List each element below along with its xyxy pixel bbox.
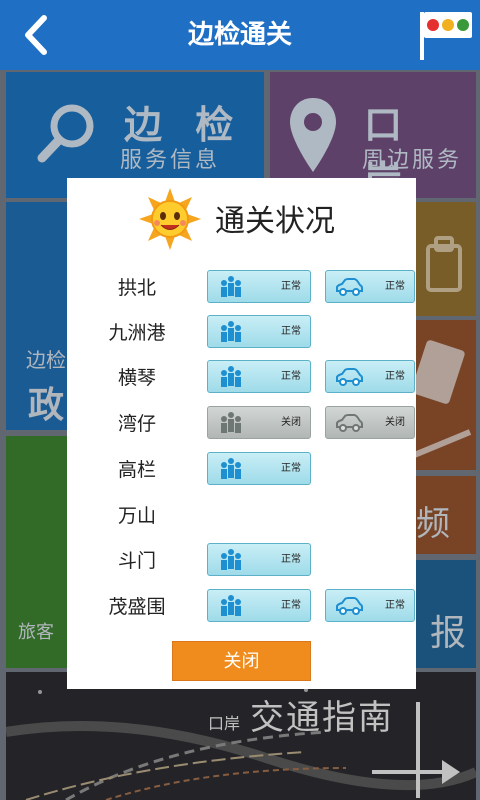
port-row: 拱北 正常 正常 [67,270,416,310]
port-row: 茂盛围 正常 正常 [67,589,416,629]
port-name: 湾仔 [117,413,156,435]
passenger-status-text: 正常 [281,371,301,382]
car-icon [336,278,363,296]
sun-mascot-icon [139,188,201,250]
passenger-status-badge[interactable]: 正常 [207,270,311,303]
passenger-status-badge[interactable]: 关闭 [207,406,311,439]
port-name: 斗门 [117,550,156,572]
vehicle-status-text: 关闭 [385,417,405,428]
people-icon [221,366,241,387]
passenger-status-text: 关闭 [281,417,301,428]
vehicle-status-badge[interactable]: 关闭 [325,406,415,439]
people-icon [221,595,241,616]
passenger-status-text: 正常 [281,326,301,337]
vehicle-status-badge[interactable]: 正常 [325,270,415,303]
port-row: 横琴 正常 正常 [67,360,416,400]
port-name: 拱北 [117,277,156,299]
port-name: 横琴 [117,367,156,389]
traffic-light-flag-icon[interactable] [418,10,474,62]
car-icon [336,368,363,386]
vehicle-status-badge[interactable]: 正常 [325,360,415,393]
passenger-status-badge[interactable]: 正常 [207,543,311,576]
port-row: 湾仔 关闭 关闭 [67,406,416,446]
people-icon [221,321,241,342]
port-name: 万山 [117,505,156,527]
vehicle-status-text: 正常 [385,371,405,382]
port-name: 九洲港 [108,322,166,344]
port-row: 万山 [67,498,416,538]
people-icon [221,458,241,479]
people-icon [221,276,241,297]
port-row: 高栏 正常 [67,452,416,492]
people-icon [221,549,241,570]
clearance-status-dialog: 通关状况 拱北 正常 正常 九洲港 正常 横琴 正常 正常 湾仔 关闭 关闭 高… [67,178,416,689]
passenger-status-text: 正常 [281,600,301,611]
passenger-status-text: 正常 [281,463,301,474]
car-icon [336,597,363,615]
port-row: 九洲港 正常 [67,315,416,355]
vehicle-status-text: 正常 [385,600,405,611]
app-header: 边检通关 [0,0,480,70]
passenger-status-badge[interactable]: 正常 [207,315,311,348]
passenger-status-badge[interactable]: 正常 [207,589,311,622]
passenger-status-badge[interactable]: 正常 [207,452,311,485]
port-name: 茂盛围 [108,596,166,618]
port-name: 高栏 [117,459,156,481]
passenger-status-badge[interactable]: 正常 [207,360,311,393]
car-icon [336,414,363,432]
port-row: 斗门 正常 [67,543,416,583]
close-button[interactable]: 关闭 [172,641,311,681]
passenger-status-text: 正常 [281,554,301,565]
people-icon [221,412,241,433]
page-title: 边检通关 [187,20,292,50]
dialog-title: 通关状况 [215,204,335,239]
vehicle-status-badge[interactable]: 正常 [325,589,415,622]
vehicle-status-text: 正常 [385,281,405,292]
passenger-status-text: 正常 [281,281,301,292]
